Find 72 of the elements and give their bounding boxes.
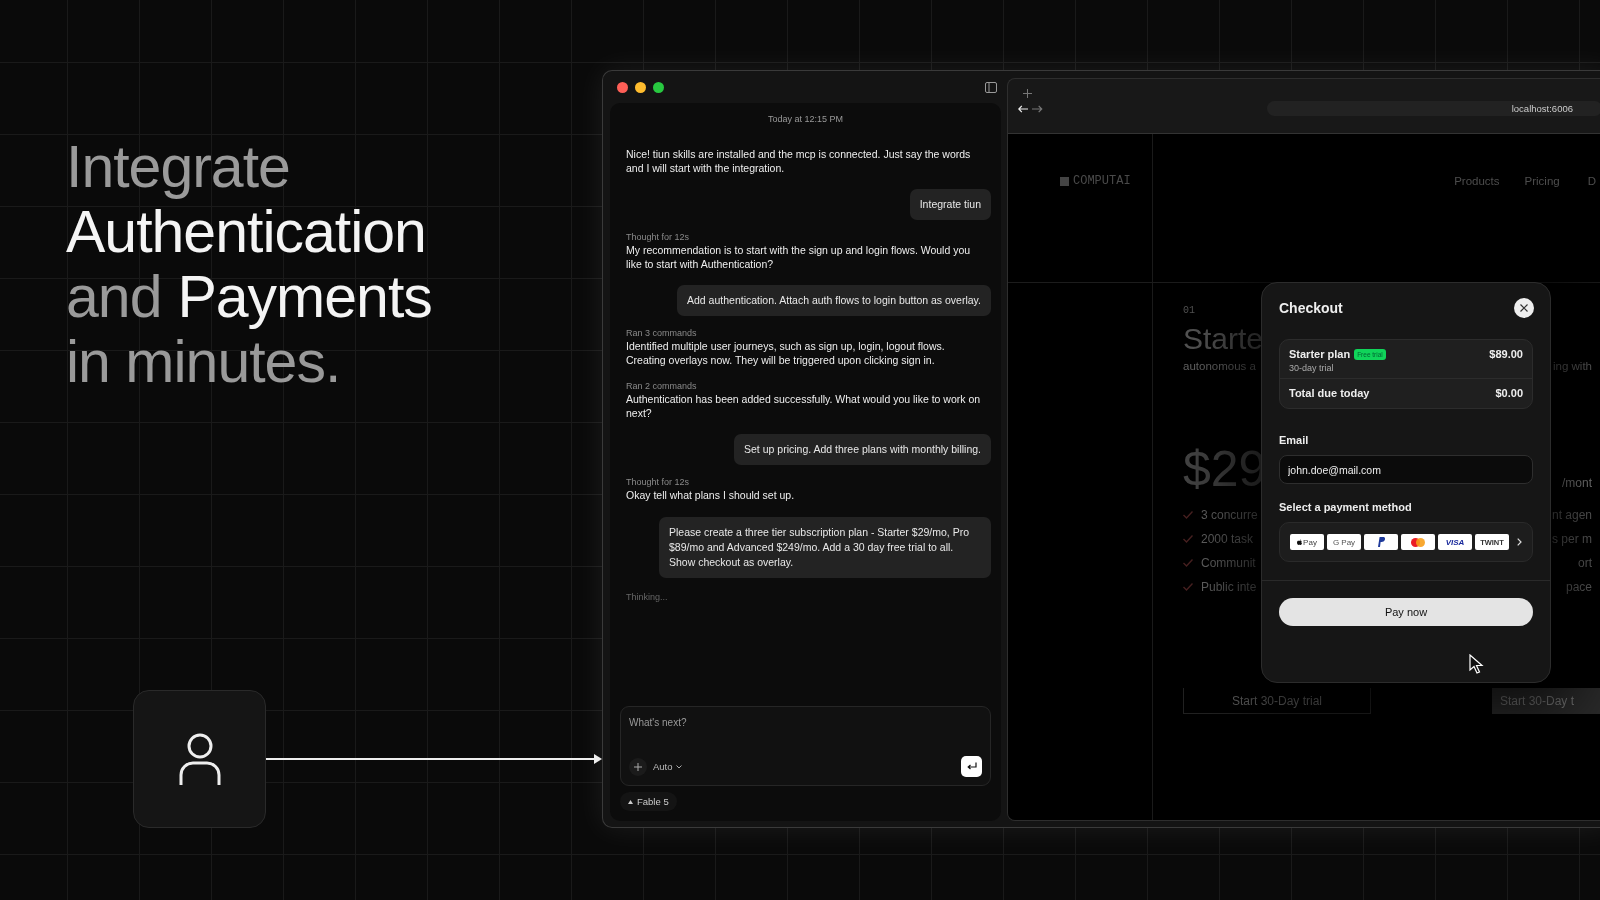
maximize-button[interactable] [653, 81, 664, 93]
mode-dropdown[interactable]: Auto [653, 761, 682, 772]
check-icon [1183, 559, 1193, 567]
user-message-bubble: Please create a three tier subscription plan - Starter $29/mo, Pro $89/mo and Advanced $249/mo. Add a 30 day free trial to all. Show checkout as overlay. [659, 516, 991, 578]
close-button[interactable] [1514, 298, 1534, 318]
paypal-logo[interactable] [1364, 534, 1398, 550]
add-button[interactable] [629, 757, 647, 776]
chevron-right-icon [1517, 538, 1522, 546]
assistant-message: Identified multiple user journeys, such as sign up, login, logout flows. Creating overlays now. They will be triggered upon clicking sign in. [626, 340, 946, 367]
activity-caption: Ran 3 commands [626, 328, 698, 338]
headline-text: Payments [177, 265, 432, 330]
visa-logo[interactable]: VISA [1438, 534, 1472, 550]
plan-name: Starter plan [1289, 348, 1351, 360]
cursor-icon [1469, 654, 1484, 674]
logo-text: COMPUTAI [1073, 174, 1131, 188]
email-field[interactable]: john.doe@mail.com [1279, 455, 1533, 484]
caret-icon [675, 764, 682, 769]
new-tab-icon[interactable] [1023, 89, 1032, 98]
user-icon [177, 732, 222, 786]
check-icon [1183, 511, 1193, 519]
total-amount: $0.00 [1495, 387, 1523, 399]
user-message-bubble: Integrate tiun [909, 189, 991, 220]
headline-text: in minutes. [66, 330, 341, 395]
assistant-message: Nice! tiun skills are installed and the mcp is connected. Just say the words and I will start with the integration. [626, 148, 972, 175]
plan-note: 30-day trial [1289, 363, 1335, 373]
forward-icon[interactable] [1032, 104, 1043, 113]
model-selector[interactable]: Fable 5 [620, 792, 677, 811]
logo-mark [1060, 176, 1069, 186]
user-message-bubble: Set up pricing. Add three plans with monthly billing. [734, 434, 991, 465]
sidebar-icon[interactable] [985, 81, 997, 93]
headline-text: Integrate [66, 135, 290, 200]
user-message-bubble: Add authentication. Attach auth flows to login button as overlay. [677, 285, 991, 316]
total-label: Total due today [1289, 387, 1370, 399]
check-icon [1183, 583, 1193, 591]
dialog-title: Checkout [1279, 300, 1343, 316]
close-window-button[interactable] [617, 81, 628, 93]
headline-text: Authentication [66, 200, 426, 265]
feature-text: ort [1578, 556, 1592, 570]
timestamp: Today at 12:15 PM [767, 114, 843, 124]
pay-now-button[interactable]: Pay now [1279, 598, 1533, 626]
send-button[interactable] [961, 756, 982, 777]
status-text: Thinking... [626, 591, 669, 602]
plan-price: $29 [1183, 440, 1267, 498]
mastercard-logo[interactable] [1401, 534, 1435, 550]
prompt-field[interactable]: What's next? Auto [620, 706, 991, 786]
feature-text: Communit [1201, 556, 1256, 570]
return-icon [966, 762, 977, 771]
caret-icon [628, 799, 633, 804]
assistant-message: Okay tell what plans I should set up. [626, 489, 796, 503]
check-icon [1183, 535, 1193, 543]
field-label: Select a payment method [1279, 501, 1413, 513]
plus-icon [634, 762, 642, 771]
apple-pay-logo[interactable]: Pay [1290, 534, 1324, 550]
field-label: Email [1279, 434, 1310, 446]
close-icon [1520, 304, 1528, 312]
feature-text: pace [1565, 580, 1592, 594]
minimize-button[interactable] [635, 81, 646, 93]
activity-caption: Ran 2 commands [626, 381, 698, 391]
back-icon[interactable] [1018, 104, 1029, 113]
feature-text: 3 concurre [1201, 508, 1258, 522]
plan-number: 01 [1183, 305, 1195, 316]
assistant-message: Authentication has been added successfully. What would you like to work on next? [626, 393, 982, 420]
address-bar[interactable]: localhost:6006 [1266, 101, 1600, 116]
google-pay-logo[interactable]: G Pay [1327, 534, 1361, 550]
activity-caption: Thought for 12s [626, 477, 691, 487]
plan-name: Starte [1183, 322, 1264, 356]
assistant-message: My recommendation is to start with the sign up and login flows. Would you like to start with Authentication? [626, 244, 972, 271]
headline-text: and [66, 265, 162, 330]
price-period: /mont [1562, 476, 1592, 490]
activity-caption: Thought for 12s [626, 232, 691, 242]
feature-text: 2000 task [1201, 532, 1254, 546]
plan-price: $89.00 [1489, 348, 1523, 362]
